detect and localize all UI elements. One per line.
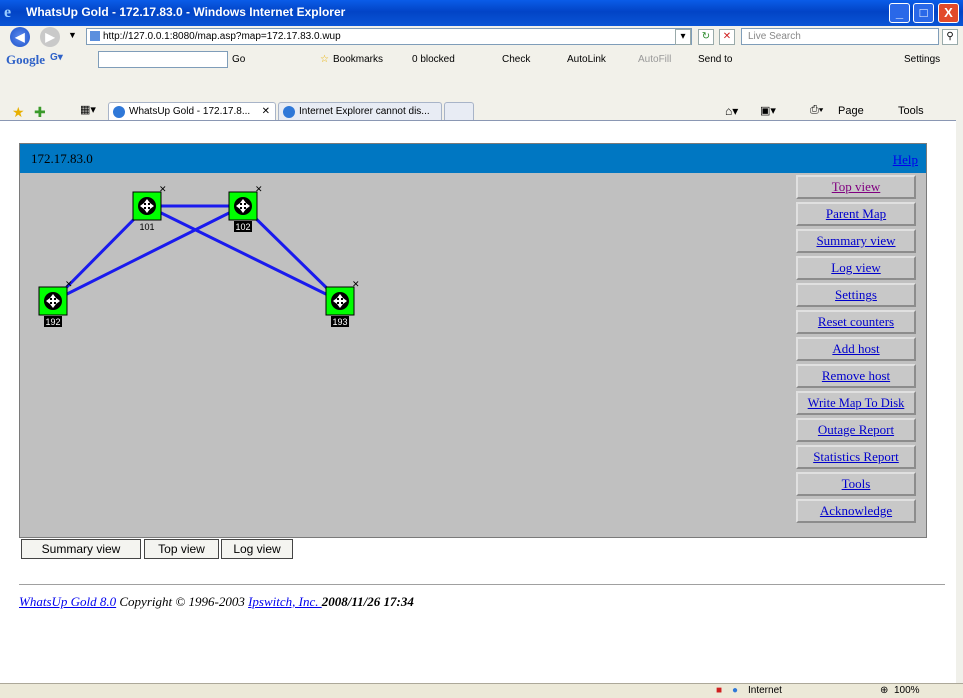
security-zone-icon: ■ — [716, 685, 723, 696]
antenna-icon: ✕ — [65, 279, 73, 289]
google-g-icon[interactable]: G▾ — [50, 52, 63, 63]
summary-view-button[interactable]: Summary view — [21, 539, 141, 559]
settings-button[interactable]: Settings — [904, 54, 940, 65]
window-titlebar: e WhatsUp Gold - 172.17.83.0 - Windows I… — [0, 0, 963, 26]
sidebar-item-statistics-report[interactable]: Statistics Report — [796, 445, 916, 469]
host-node-101[interactable]: ✕ 101 — [132, 184, 167, 232]
autolink-button[interactable]: AutoLink — [567, 54, 606, 65]
popup-blocked-button[interactable]: 0 blocked — [412, 54, 455, 65]
sidebar-item-acknowledge[interactable]: Acknowledge — [796, 499, 916, 523]
host-label: 101 — [139, 222, 154, 232]
add-favorites-icon[interactable]: ✚ — [34, 104, 46, 121]
ie-page-icon — [113, 106, 125, 118]
zone-label: Internet — [748, 685, 782, 696]
globe-icon: ● — [732, 685, 739, 696]
sidebar-item-settings[interactable]: Settings — [796, 283, 916, 307]
bookmarks-star-icon: ☆ — [320, 54, 329, 65]
host-node-193[interactable]: ✕ 193 — [325, 279, 360, 327]
page-icon — [90, 31, 100, 41]
ie-logo-icon: e — [4, 4, 12, 21]
company-link[interactable]: Ipswitch, Inc. — [248, 594, 322, 609]
tab-ie-error[interactable]: Internet Explorer cannot dis... — [278, 102, 442, 120]
antenna-icon: ✕ — [255, 184, 263, 194]
address-input[interactable]: http://127.0.0.1:8080/map.asp?map=172.17… — [86, 28, 692, 45]
copyright-text: Copyright © 1996-2003 — [116, 594, 249, 609]
tab-whatsup[interactable]: WhatsUp Gold - 172.17.8... ✕ — [108, 102, 276, 120]
sidebar-item-outage-report[interactable]: Outage Report — [796, 418, 916, 442]
forward-button[interactable]: ▶ — [40, 27, 60, 47]
google-search-input[interactable] — [98, 51, 228, 68]
ie-page-icon — [283, 106, 295, 118]
product-link[interactable]: WhatsUp Gold 8.0 — [19, 594, 116, 609]
host-label: 193 — [332, 317, 347, 327]
minimize-button[interactable]: _ — [889, 3, 910, 23]
host-label: 102 — [235, 222, 250, 232]
tab-label: Internet Explorer cannot dis... — [299, 106, 430, 117]
footer-timestamp: 2008/11/26 17:34 — [321, 594, 414, 609]
sidebar-item-write-map[interactable]: Write Map To Disk — [796, 391, 916, 415]
top-view-button[interactable]: Top view — [144, 539, 219, 559]
log-view-button[interactable]: Log view — [221, 539, 293, 559]
sidebar-item-summary-view[interactable]: Summary view — [796, 229, 916, 253]
map-header: 172.17.83.0 Help — [20, 144, 926, 173]
print-icon[interactable]: ⎙▾ — [810, 104, 823, 117]
sidebar-item-tools[interactable]: Tools — [796, 472, 916, 496]
bookmarks-button[interactable]: Bookmarks — [333, 54, 383, 65]
map-svg: ✕ 101 ✕ 102 ✕ 192 ✕ 193 — [38, 184, 360, 327]
window-title: WhatsUp Gold - 172.17.83.0 - Windows Int… — [26, 5, 346, 19]
spell-check-button[interactable]: Check — [502, 54, 530, 65]
sidebar-item-parent-map[interactable]: Parent Map — [796, 202, 916, 226]
antenna-icon: ✕ — [159, 184, 167, 194]
back-button[interactable]: ◀ — [10, 27, 30, 47]
quick-tabs-icon[interactable]: ▦▾ — [80, 103, 96, 116]
sidebar-item-top-view[interactable]: Top view — [796, 175, 916, 199]
footer: WhatsUp Gold 8.0 Copyright © 1996-2003 I… — [19, 594, 414, 610]
tab-label: WhatsUp Gold - 172.17.8... — [129, 106, 251, 117]
live-search-input[interactable]: Live Search — [741, 28, 939, 45]
network-map-panel: 172.17.83.0 Help ✕ 101 ✕ 102 ✕ 192 ✕ 193 Top vi… — [19, 143, 927, 538]
host-label: 192 — [45, 317, 60, 327]
tools-menu-button[interactable]: Tools — [898, 105, 924, 117]
map-canvas: ✕ 101 ✕ 102 ✕ 192 ✕ 193 — [20, 173, 794, 537]
zoom-icon[interactable]: ⊕ — [880, 685, 888, 696]
network-link — [241, 204, 342, 303]
google-toolbar: Google G▾ Go ☆ Bookmarks 0 blocked Check… — [0, 48, 963, 73]
map-title: 172.17.83.0 — [31, 151, 93, 166]
help-link[interactable]: Help — [893, 152, 918, 168]
antenna-icon: ✕ — [352, 279, 360, 289]
send-to-button[interactable]: Send to — [698, 54, 732, 65]
status-bar: ■ ● Internet ⊕ 100% — [0, 683, 963, 698]
stop-icon[interactable]: ✕ — [719, 29, 735, 45]
feeds-icon[interactable]: ▣▾ — [760, 104, 776, 117]
sidebar-item-log-view[interactable]: Log view — [796, 256, 916, 280]
refresh-icon[interactable]: ↻ — [698, 29, 714, 45]
sidebar-item-add-host[interactable]: Add host — [796, 337, 916, 361]
sidebar-item-reset-counters[interactable]: Reset counters — [796, 310, 916, 334]
home-icon[interactable]: ⌂▾ — [725, 104, 738, 118]
address-text: http://127.0.0.1:8080/map.asp?map=172.17… — [103, 31, 341, 42]
favorites-star-icon[interactable]: ★ — [12, 104, 25, 121]
autofill-button[interactable]: AutoFill — [638, 54, 671, 65]
close-button[interactable]: X — [938, 3, 959, 23]
address-dropdown-icon[interactable]: ▾ — [675, 29, 691, 45]
new-tab-button[interactable] — [444, 102, 474, 120]
host-node-102[interactable]: ✕ 102 — [228, 184, 263, 232]
tab-bar: ★ ✚ ▦▾ WhatsUp Gold - 172.17.8... ✕ Inte… — [0, 72, 963, 120]
google-logo: Google — [6, 52, 45, 67]
tab-close-icon[interactable]: ✕ — [262, 103, 270, 120]
google-go-button[interactable]: Go — [232, 54, 245, 65]
sidebar-item-remove-host[interactable]: Remove host — [796, 364, 916, 388]
vertical-scrollbar[interactable] — [956, 120, 963, 683]
host-node-192[interactable]: ✕ 192 — [38, 279, 73, 327]
history-dropdown-icon[interactable]: ▼ — [68, 30, 77, 40]
zoom-level[interactable]: 100% — [894, 685, 920, 696]
address-toolbar: ◀ ▶ ▼ http://127.0.0.1:8080/map.asp?map=… — [0, 26, 963, 49]
maximize-button[interactable]: □ — [913, 3, 934, 23]
search-icon[interactable]: ⚲ — [942, 29, 958, 45]
footer-separator — [19, 584, 945, 585]
page-menu-button[interactable]: Page — [838, 105, 864, 117]
